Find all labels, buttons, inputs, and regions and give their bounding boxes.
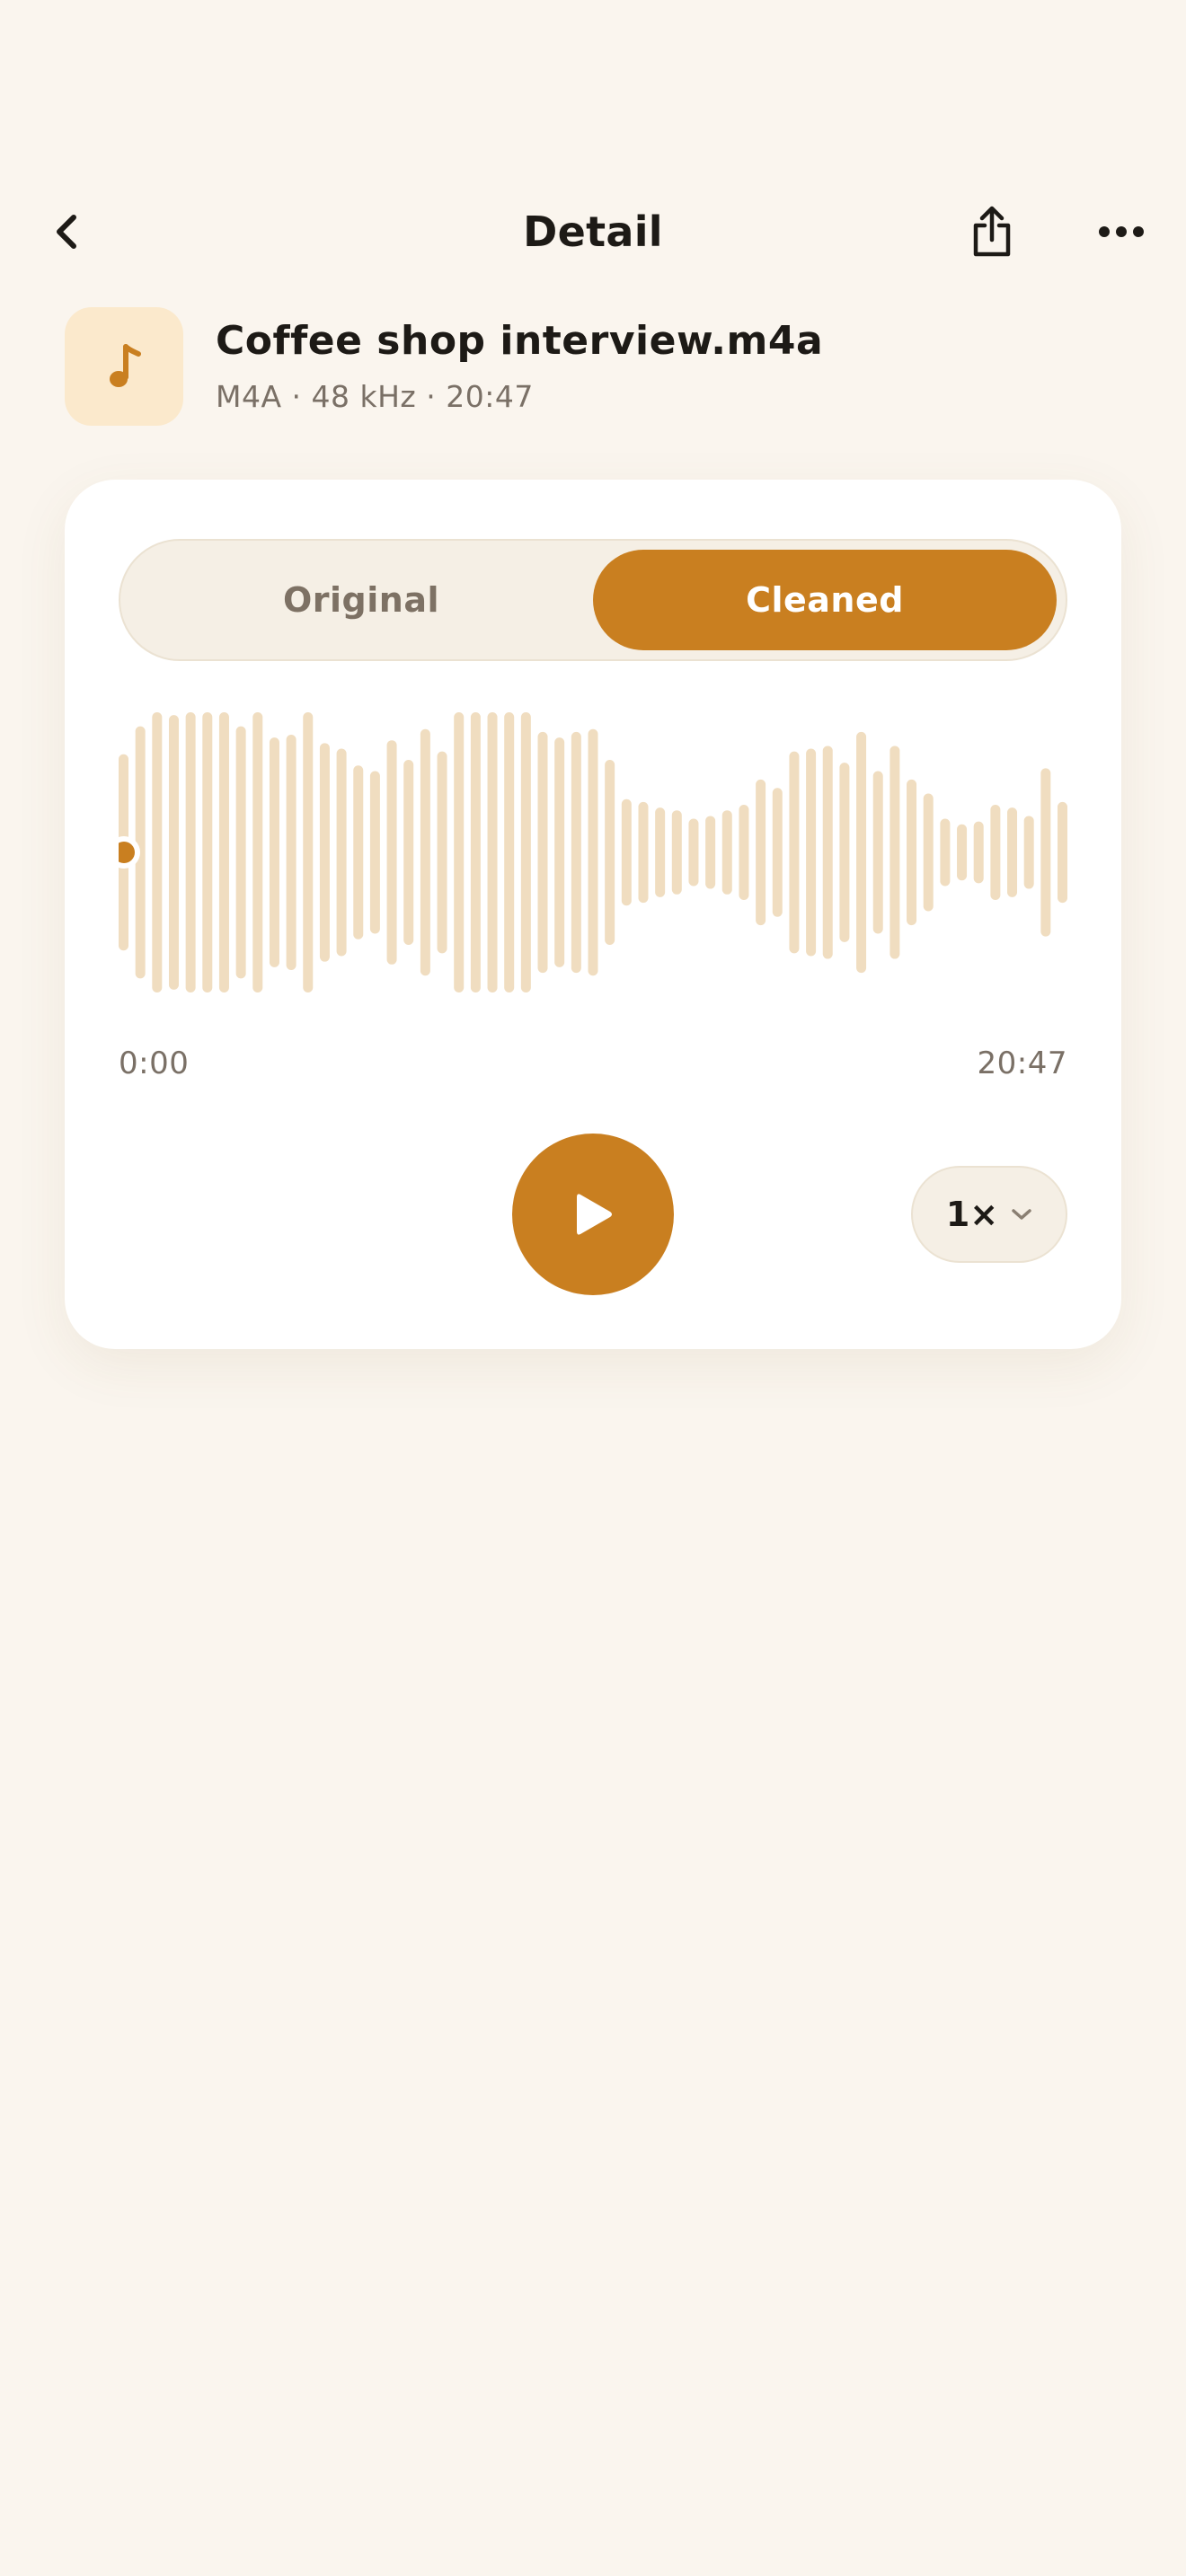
waveform-scrubber[interactable] xyxy=(119,704,1067,1001)
waveform-bar xyxy=(872,771,883,934)
waveform-bar xyxy=(202,712,213,992)
waveform-bar xyxy=(789,751,800,954)
waveform-bar xyxy=(1040,768,1051,937)
waveform-bar xyxy=(286,734,296,971)
segment-original[interactable]: Original xyxy=(129,550,593,650)
waveform-bar xyxy=(973,821,984,884)
waveform-bar xyxy=(520,712,531,992)
waveform-bar xyxy=(756,779,766,926)
waveform-bar xyxy=(839,763,850,942)
segment-cleaned[interactable]: Cleaned xyxy=(593,550,1057,650)
waveform-bar xyxy=(638,801,649,904)
waveform-bar xyxy=(890,745,900,959)
waveform-bar xyxy=(235,726,246,979)
waveform-bar xyxy=(1058,801,1067,904)
waveform-bar xyxy=(739,804,749,901)
waveform-bar xyxy=(940,818,951,887)
waveform-bar xyxy=(1023,816,1034,889)
play-button[interactable] xyxy=(512,1134,674,1295)
file-icon-tile xyxy=(65,307,183,426)
waveform-bar xyxy=(907,779,917,926)
waveform-bar xyxy=(504,712,515,992)
more-button[interactable] xyxy=(1093,203,1150,260)
waveform-bar xyxy=(1007,807,1018,897)
waveform-bar xyxy=(621,798,632,906)
music-note-icon xyxy=(110,344,141,387)
waveform-bar xyxy=(269,737,279,967)
waveform-bar xyxy=(721,810,732,895)
navigation-bar: Detail xyxy=(0,185,1186,278)
more-horizontal-icon xyxy=(1099,226,1144,237)
waveform-bar xyxy=(688,818,699,887)
chevron-down-icon xyxy=(1012,1209,1031,1220)
waveform-bar xyxy=(437,751,447,954)
waveform-bar xyxy=(822,745,833,959)
waveform-bar xyxy=(554,737,565,967)
waveform-bar xyxy=(303,712,314,992)
file-name: Coffee shop interview.m4a xyxy=(216,318,824,364)
elapsed-time: 0:00 xyxy=(119,1045,190,1081)
player-card: Original Cleaned 0:00 20:47 1× xyxy=(65,480,1121,1349)
waveform-bar xyxy=(420,728,430,976)
share-icon xyxy=(973,206,1011,257)
waveform-bar xyxy=(605,760,615,945)
waveform-bar xyxy=(319,743,330,962)
waveform-bar xyxy=(923,793,934,912)
waveform-bar xyxy=(772,788,783,917)
version-toggle: Original Cleaned xyxy=(119,539,1067,661)
total-duration: 20:47 xyxy=(977,1045,1067,1081)
waveform-bar xyxy=(336,748,347,957)
waveform-bar xyxy=(537,731,548,974)
waveform-bar xyxy=(571,731,581,974)
waveform-bar xyxy=(218,712,229,992)
waveform-bar xyxy=(470,712,481,992)
file-header: Coffee shop interview.m4a M4A · 48 kHz ·… xyxy=(65,307,1121,426)
file-meta: M4A · 48 kHz · 20:47 xyxy=(216,379,534,414)
waveform-bar xyxy=(990,804,1001,901)
waveform-bar xyxy=(454,712,465,992)
waveform-bar xyxy=(957,824,968,881)
playback-speed-selector[interactable]: 1× xyxy=(911,1166,1067,1263)
waveform-bar xyxy=(152,712,163,992)
play-icon xyxy=(577,1194,612,1235)
waveform-bar xyxy=(655,807,666,897)
waveform-bar xyxy=(671,810,682,895)
speed-label: 1× xyxy=(945,1195,999,1234)
waveform-bar xyxy=(185,712,196,992)
waveform-bar xyxy=(386,740,397,965)
waveform-bar xyxy=(856,731,867,974)
waveform-bar xyxy=(403,760,414,945)
waveform-bar xyxy=(353,765,364,940)
waveform-bar xyxy=(588,728,598,976)
waveform-bar xyxy=(806,748,817,957)
waveform-bar xyxy=(252,712,263,992)
waveform-bar xyxy=(168,715,179,990)
waveform-bar xyxy=(369,771,380,934)
share-button[interactable] xyxy=(963,199,1021,264)
waveform-bar xyxy=(705,816,716,889)
waveform-bar xyxy=(487,712,498,992)
